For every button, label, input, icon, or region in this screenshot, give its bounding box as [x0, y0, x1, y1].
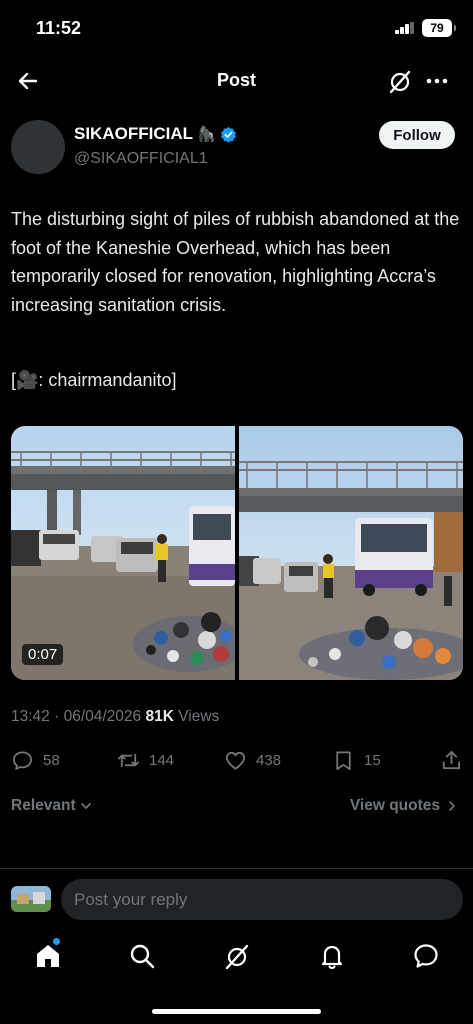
tab-home[interactable] [33, 938, 63, 971]
reply-count: 58 [43, 751, 60, 769]
post-meta: 13:42 · 06/04/2026 81K Views [11, 708, 219, 726]
author-avatar[interactable] [11, 120, 65, 174]
header: Post [0, 60, 473, 102]
post-time: 13:42 [11, 708, 50, 725]
more-button[interactable] [424, 66, 450, 96]
home-icon [37, 945, 59, 967]
bookmark-icon [336, 750, 351, 770]
video-duration: 0:07 [22, 644, 64, 665]
author-name-row[interactable]: SIKAOFFICIAL 🦍 [74, 124, 237, 144]
grok-button[interactable] [386, 66, 414, 96]
divider [0, 868, 473, 869]
chevron-right-icon [449, 801, 455, 811]
like-button[interactable]: 438 [224, 744, 281, 776]
video-frame-left[interactable]: 0:07 [11, 426, 235, 680]
tweet-media[interactable]: 0:07 [11, 426, 463, 680]
bottom-tab-bar [0, 935, 473, 981]
unread-dot [53, 938, 60, 945]
grok-icon [389, 70, 411, 94]
home-indicator [152, 1009, 321, 1014]
grok-icon [225, 944, 249, 970]
reply-input[interactable] [61, 879, 463, 920]
more-icon [426, 78, 448, 84]
author-name-emoji: 🦍 [197, 126, 216, 143]
status-time: 11:52 [36, 18, 82, 38]
signal-icon [395, 22, 415, 34]
video-frame-right[interactable] [239, 426, 463, 680]
repost-button[interactable]: 144 [117, 744, 174, 776]
heart-icon [225, 751, 246, 770]
like-count: 438 [256, 751, 282, 769]
sort-dropdown[interactable]: Relevant [11, 797, 92, 815]
bookmark-count: 15 [364, 751, 381, 769]
search-icon [130, 944, 155, 969]
sort-label: Relevant [11, 797, 76, 814]
bookmark-button[interactable]: 15 [332, 744, 381, 776]
status-bar: 11:52 79 [0, 0, 473, 56]
views-count: 81K [145, 708, 174, 725]
view-quotes-link[interactable]: View quotes [350, 797, 458, 815]
view-quotes-label: View quotes [349, 797, 440, 814]
chevron-down-icon [80, 803, 91, 809]
battery-icon: 79 [422, 19, 456, 37]
views-label: Views [178, 708, 220, 725]
reply-button[interactable]: 58 [11, 744, 60, 776]
repost-icon [118, 753, 139, 767]
tweet-text: The disturbing sight of piles of rubbish… [11, 209, 460, 315]
author-handle: @SIKAOFFICIAL1 [74, 150, 208, 167]
repost-count: 144 [149, 751, 175, 769]
tab-messages[interactable] [411, 941, 441, 971]
tab-search[interactable] [127, 941, 157, 971]
author-name: SIKAOFFICIAL [74, 124, 193, 143]
action-bar: 58 144 438 15 [0, 744, 473, 776]
share-button[interactable] [440, 744, 463, 776]
share-icon [442, 750, 461, 769]
bell-icon [321, 945, 343, 970]
battery-level: 79 [430, 21, 444, 35]
tab-notifications[interactable] [317, 941, 347, 971]
post-date: 06/04/2026 [63, 708, 142, 725]
user-avatar[interactable] [11, 886, 51, 912]
verified-badge-icon [220, 126, 236, 143]
tab-grok[interactable] [222, 941, 252, 971]
tweet-credit: [🎥: chairmandanito] [11, 370, 177, 390]
meta-separator: · [54, 708, 60, 725]
street-scene-image [239, 426, 463, 680]
reply-icon [12, 750, 33, 770]
messages-icon [414, 944, 438, 968]
avatar-image [11, 886, 51, 912]
follow-button[interactable]: Follow [379, 121, 455, 149]
street-scene-image [11, 426, 235, 680]
